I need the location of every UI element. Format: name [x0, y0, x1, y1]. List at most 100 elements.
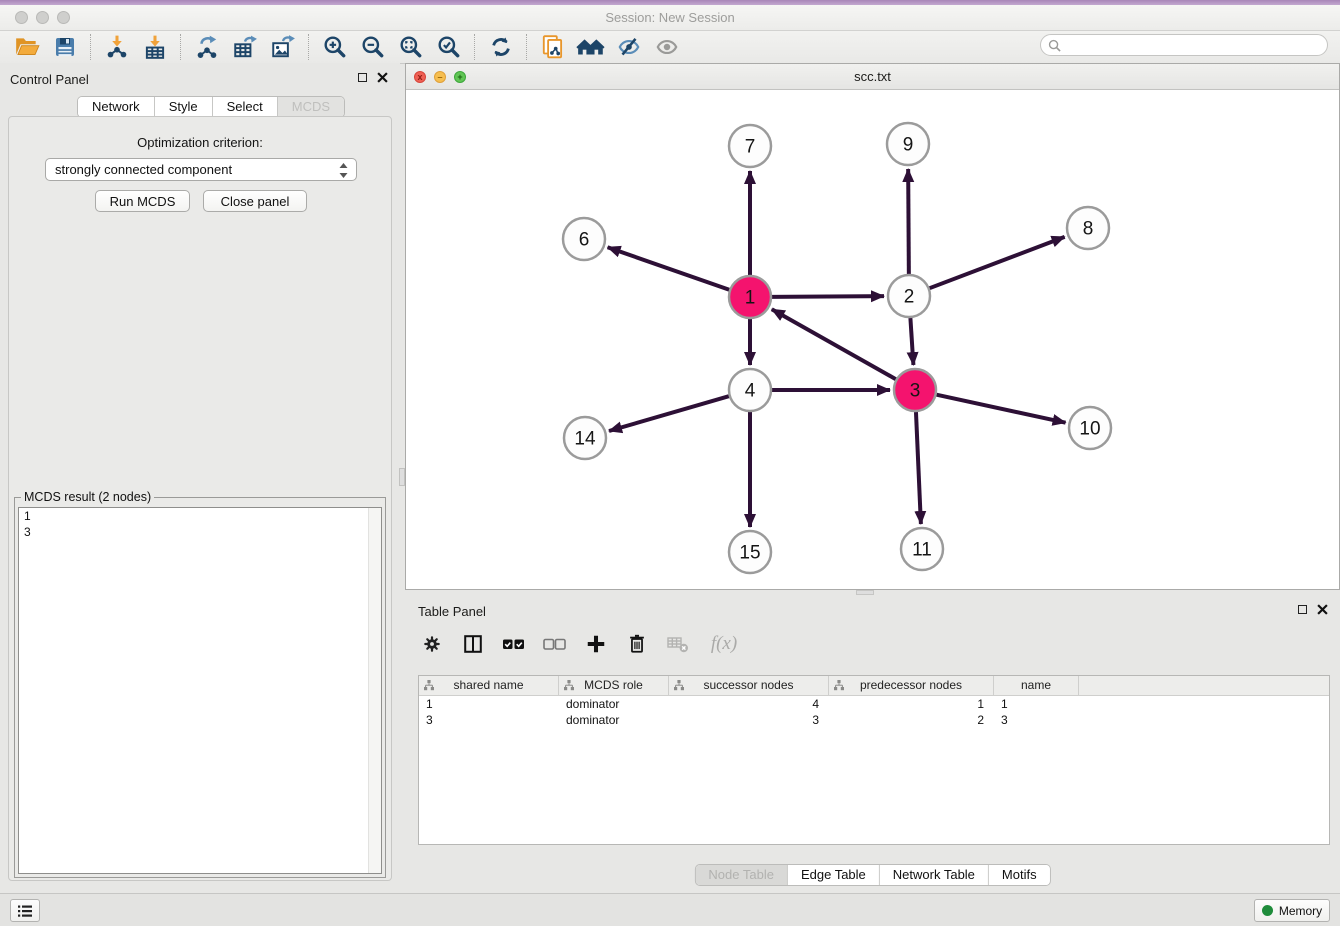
toolbar-separator [308, 34, 310, 60]
create-column-icon[interactable] [583, 631, 609, 657]
search-icon [1048, 39, 1061, 52]
run-mcds-button[interactable]: Run MCDS [95, 190, 190, 212]
horizontal-split-handle[interactable] [856, 590, 874, 595]
save-session-icon[interactable] [48, 33, 82, 61]
search-input[interactable] [1065, 36, 1327, 54]
close-table-panel-icon[interactable] [1317, 604, 1328, 615]
tab-edge-table[interactable]: Edge Table [788, 865, 880, 885]
column-header-successor-nodes[interactable]: successor nodes [669, 676, 829, 695]
select-updown-icon [338, 162, 349, 182]
clone-network-icon[interactable] [536, 33, 570, 61]
zoom-selected-icon[interactable] [432, 33, 466, 61]
zoom-in-icon[interactable] [318, 33, 352, 61]
table-row[interactable]: 3dominator323 [419, 712, 1329, 728]
graph-edge-4-14[interactable] [609, 396, 729, 431]
refresh-icon[interactable] [484, 33, 518, 61]
list-icon [17, 904, 33, 918]
export-image-icon[interactable] [266, 33, 300, 61]
graph-node-9[interactable]: 9 [887, 123, 929, 165]
graph-node-10[interactable]: 10 [1069, 407, 1111, 449]
tab-mcds[interactable]: MCDS [278, 97, 344, 117]
cell-successor-nodes[interactable]: 3 [669, 712, 829, 728]
cell-shared-name[interactable]: 3 [419, 712, 559, 728]
cell-MCDS-role[interactable]: dominator [559, 712, 669, 728]
cell-MCDS-role[interactable]: dominator [559, 696, 669, 712]
graph-edge-3-10[interactable] [936, 395, 1065, 423]
column-header-predecessor-nodes[interactable]: predecessor nodes [829, 676, 994, 695]
show-all-icon[interactable] [650, 33, 684, 61]
export-table-icon[interactable] [228, 33, 262, 61]
tab-network-table[interactable]: Network Table [880, 865, 989, 885]
node-label: 4 [745, 381, 756, 402]
graph-node-7[interactable]: 7 [729, 125, 771, 167]
graph-edge-1-2[interactable] [772, 296, 884, 297]
cell-name[interactable]: 1 [994, 696, 1079, 712]
mcds-panel: Optimization criterion: strongly connect… [8, 116, 392, 881]
graph-edge-2-3[interactable] [910, 318, 913, 365]
tab-select[interactable]: Select [213, 97, 278, 117]
graph-node-2[interactable]: 2 [888, 275, 930, 317]
graph-edge-3-11[interactable] [916, 412, 921, 524]
delete-column-icon[interactable] [624, 631, 650, 657]
cell-shared-name[interactable]: 1 [419, 696, 559, 712]
select-all-rows-icon[interactable] [501, 631, 527, 657]
graph-edge-2-8[interactable] [930, 237, 1065, 288]
network-view-window: x – + scc.txt 7 9 6 8 1 2 4 3 14 10 15 11 [405, 63, 1340, 590]
node-label: 15 [739, 543, 760, 564]
graph-node-8[interactable]: 8 [1067, 207, 1109, 249]
houses-icon[interactable] [574, 33, 608, 61]
graph-edge-2-9[interactable] [908, 169, 909, 274]
import-table-icon[interactable] [138, 33, 172, 61]
graph-edge-3-1[interactable] [772, 309, 896, 379]
column-header-MCDS-role[interactable]: MCDS role [559, 676, 669, 695]
tab-node-table[interactable]: Node Table [695, 865, 788, 885]
task-history-button[interactable] [10, 899, 40, 922]
tab-style[interactable]: Style [155, 97, 213, 117]
clear-selection-icon[interactable] [542, 631, 568, 657]
open-session-icon[interactable] [10, 33, 44, 61]
tab-network[interactable]: Network [78, 97, 155, 117]
graph-node-4[interactable]: 4 [729, 369, 771, 411]
graph-node-11[interactable]: 11 [901, 528, 943, 570]
table-row[interactable]: 1dominator411 [419, 696, 1329, 712]
network-canvas[interactable]: 7 9 6 8 1 2 4 3 14 10 15 11 [407, 90, 1338, 589]
delete-table-icon [665, 631, 691, 657]
mcds-result-group: MCDS result (2 nodes) 13 [14, 490, 386, 878]
float-panel-icon[interactable] [358, 73, 367, 82]
graph-node-1[interactable]: 1 [729, 276, 771, 318]
cell-predecessor-nodes[interactable]: 2 [829, 712, 994, 728]
column-header-shared-name[interactable]: shared name [419, 676, 559, 695]
node-label: 1 [745, 288, 756, 309]
memory-button[interactable]: Memory [1254, 899, 1330, 922]
cell-successor-nodes[interactable]: 4 [669, 696, 829, 712]
main-toolbar [0, 31, 1340, 64]
export-network-icon[interactable] [190, 33, 224, 61]
close-panel-icon[interactable] [377, 72, 388, 83]
close-panel-button[interactable]: Close panel [203, 190, 307, 212]
graph-node-15[interactable]: 15 [729, 531, 771, 573]
zoom-fit-icon[interactable] [394, 33, 428, 61]
mcds-result-list[interactable]: 13 [18, 507, 382, 874]
graph-edge-1-6[interactable] [608, 247, 730, 289]
status-bar: Memory [0, 893, 1340, 926]
graph-node-6[interactable]: 6 [563, 218, 605, 260]
show-column-panel-icon[interactable] [460, 631, 486, 657]
result-scrollbar[interactable] [368, 508, 381, 873]
hide-selected-icon[interactable] [612, 33, 646, 61]
cell-predecessor-nodes[interactable]: 1 [829, 696, 994, 712]
application-window: Session: New Session [0, 0, 1340, 926]
column-header-name[interactable]: name [994, 676, 1079, 695]
import-network-icon[interactable] [100, 33, 134, 61]
cell-name[interactable]: 3 [994, 712, 1079, 728]
network-window-titlebar: x – + scc.txt [406, 64, 1339, 90]
graph-node-14[interactable]: 14 [564, 417, 606, 459]
tab-motifs[interactable]: Motifs [989, 865, 1050, 885]
graph-node-3[interactable]: 3 [894, 369, 936, 411]
float-table-panel-icon[interactable] [1298, 605, 1307, 614]
result-line: 1 [19, 508, 381, 524]
function-builder-icon: f(x) [706, 631, 742, 657]
criterion-select[interactable]: strongly connected component [45, 158, 357, 181]
zoom-out-icon[interactable] [356, 33, 390, 61]
table-settings-gear-icon[interactable] [419, 631, 445, 657]
node-label: 3 [910, 381, 921, 402]
